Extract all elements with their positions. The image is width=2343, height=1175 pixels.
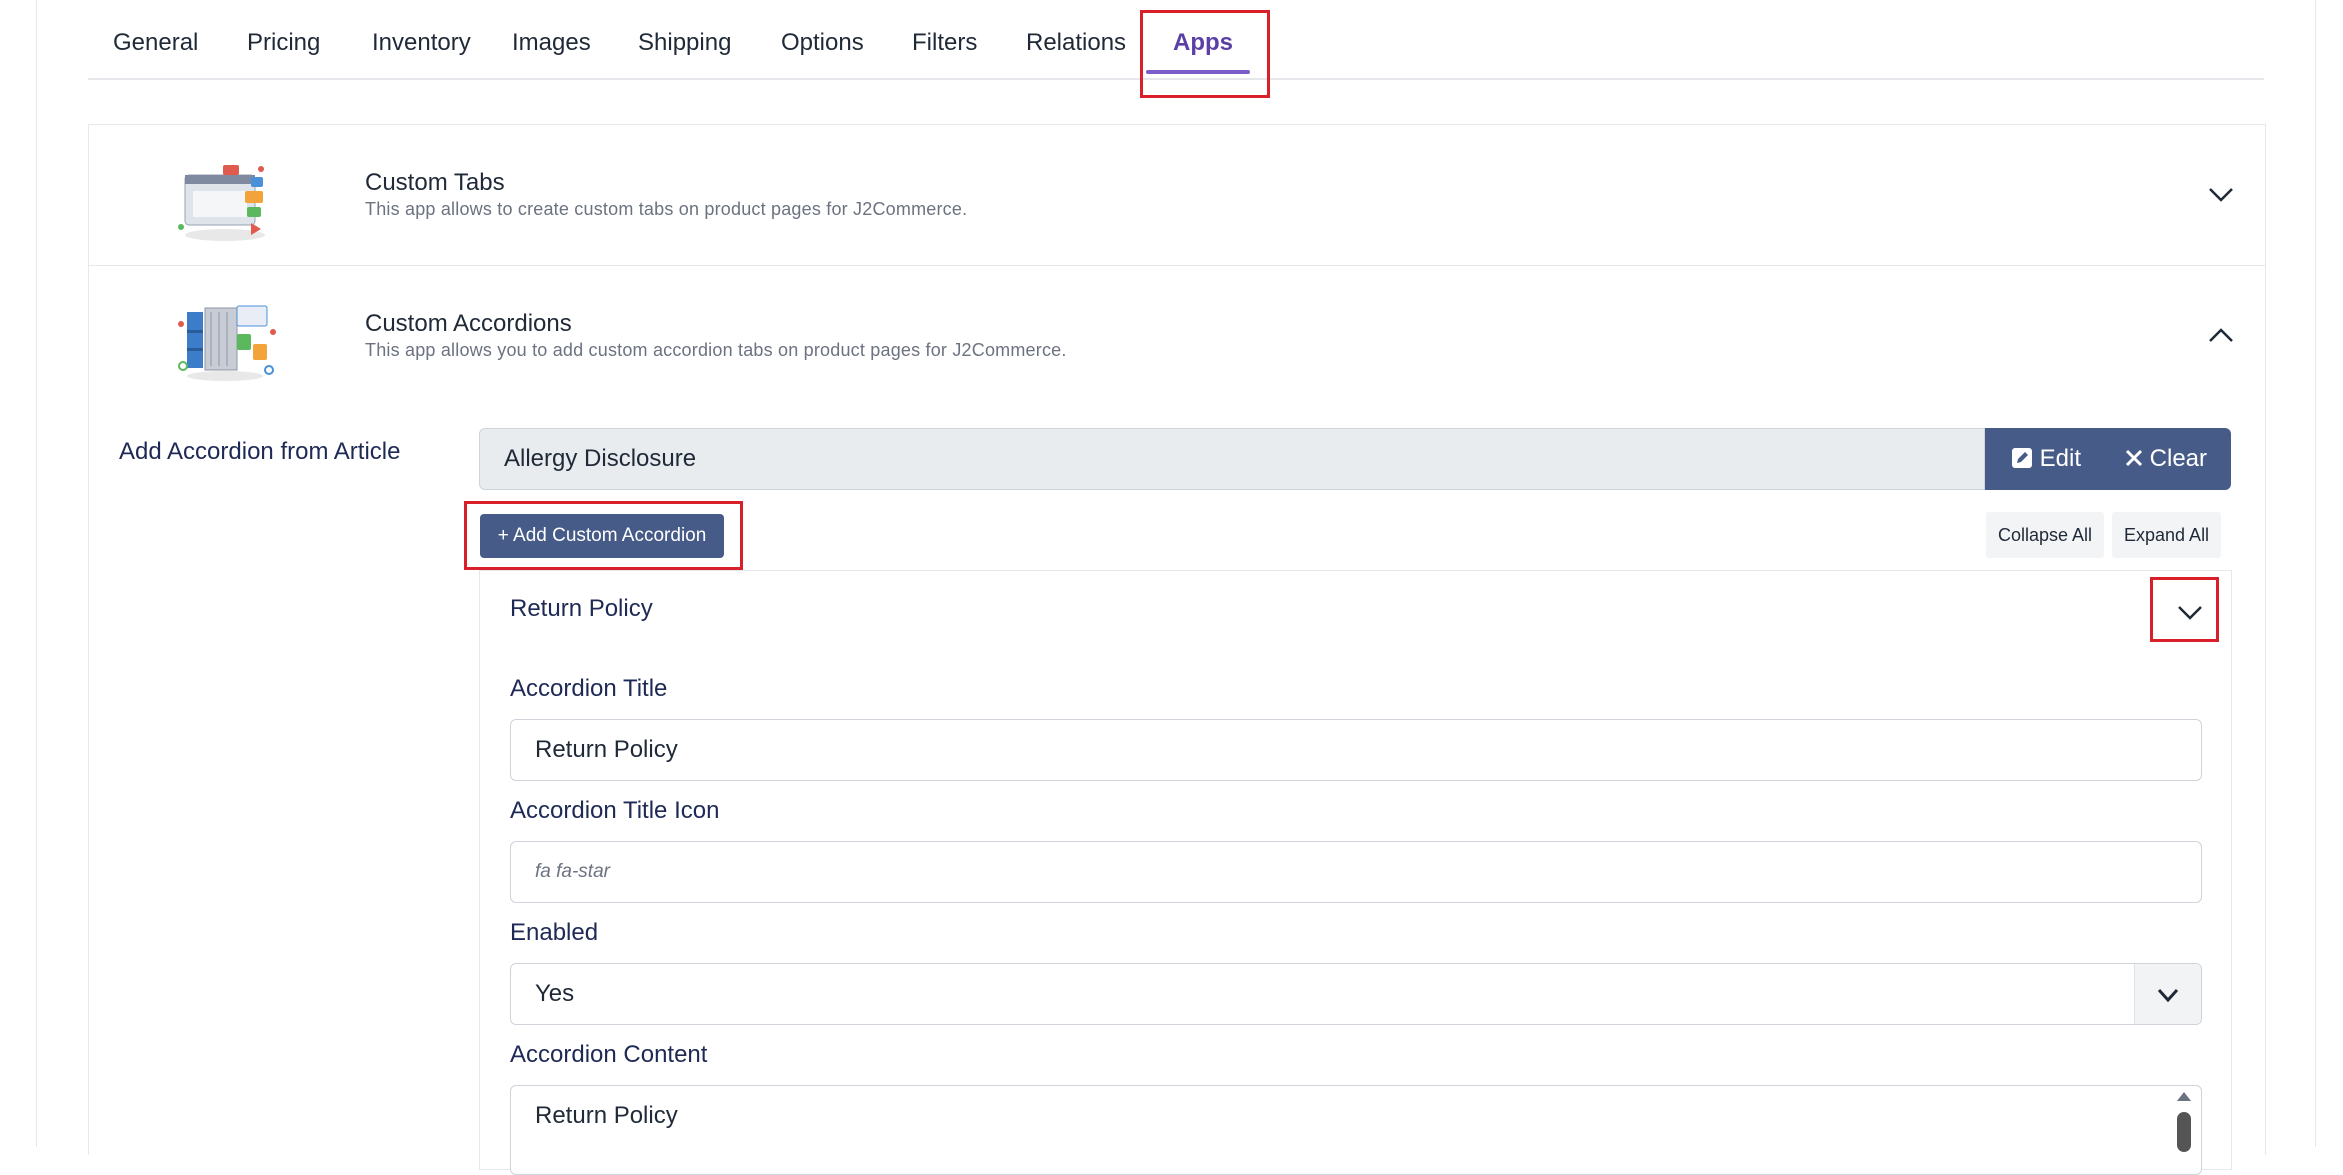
enabled-select[interactable]: Yes (510, 963, 2202, 1025)
expand-all-button[interactable]: Expand All (2112, 512, 2222, 558)
tab-options[interactable]: Options (781, 0, 864, 78)
scroll-up-arrow-icon[interactable] (2177, 1092, 2191, 1101)
chevron-down-icon[interactable] (2175, 597, 2205, 627)
add-from-article-label: Add Accordion from Article (119, 438, 401, 465)
tab-shipping[interactable]: Shipping (638, 0, 731, 78)
app-row-custom-accordions[interactable]: Custom Accordions This app allows you to… (89, 266, 2265, 406)
chevron-up-icon[interactable] (2207, 321, 2235, 349)
article-button-group: Edit Clear (1985, 428, 2231, 490)
app-title: Custom Accordions (365, 310, 572, 337)
collapse-all-button[interactable]: Collapse All (1986, 512, 2105, 558)
active-tab-indicator (1146, 70, 1250, 74)
select-caret (2134, 964, 2201, 1024)
accordion-content-textarea[interactable]: Return Policy (510, 1085, 2202, 1175)
edit-button[interactable]: Edit (2011, 428, 2081, 490)
app-description: This app allows you to add custom accord… (365, 340, 1067, 360)
accordion-title-label: Accordion Title (510, 675, 668, 702)
tab-relations[interactable]: Relations (1026, 0, 1126, 78)
accordion-title-input[interactable]: Return Policy (510, 719, 2202, 781)
edit-button-label: Edit (2039, 445, 2082, 472)
tab-inventory[interactable]: Inventory (372, 0, 471, 78)
chevron-down-icon (2157, 988, 2179, 1003)
article-select-field[interactable]: Allergy Disclosure (479, 428, 1985, 490)
scrollbar-thumb[interactable] (2177, 1112, 2191, 1152)
close-icon (2125, 449, 2143, 467)
clear-button[interactable]: Clear (2125, 428, 2207, 490)
accordion-icon-label: Accordion Title Icon (510, 797, 720, 824)
accordion-item: Return Policy Accordion Title Return Pol… (479, 570, 2232, 1175)
clear-button-label: Clear (2149, 445, 2208, 472)
accordion-content-value: Return Policy (535, 1102, 678, 1129)
chevron-down-icon[interactable] (2207, 180, 2235, 208)
custom-accordions-illustration-icon (178, 305, 276, 381)
accordion-icon-input[interactable]: fa fa-star (510, 841, 2202, 903)
tab-apps[interactable]: Apps (1173, 0, 1233, 78)
app-description: This app allows to create custom tabs on… (365, 199, 968, 219)
custom-tabs-illustration-icon (178, 165, 265, 241)
accordion-item-title[interactable]: Return Policy (510, 595, 653, 623)
add-custom-accordion-button[interactable]: + Add Custom Accordion (480, 514, 724, 558)
tab-filters[interactable]: Filters (912, 0, 977, 78)
app-title: Custom Tabs (365, 169, 505, 196)
enabled-select-value: Yes (535, 980, 575, 1007)
edit-icon (2012, 448, 2032, 468)
tab-general[interactable]: General (113, 0, 198, 78)
app-row-custom-tabs[interactable]: Custom Tabs This app allows to create cu… (89, 125, 2265, 266)
tab-images[interactable]: Images (512, 0, 591, 78)
tab-bar: General Pricing Inventory Images Shippin… (88, 0, 2264, 80)
accordion-content-label: Accordion Content (510, 1041, 708, 1068)
enabled-label: Enabled (510, 919, 599, 946)
tab-pricing[interactable]: Pricing (247, 0, 320, 78)
